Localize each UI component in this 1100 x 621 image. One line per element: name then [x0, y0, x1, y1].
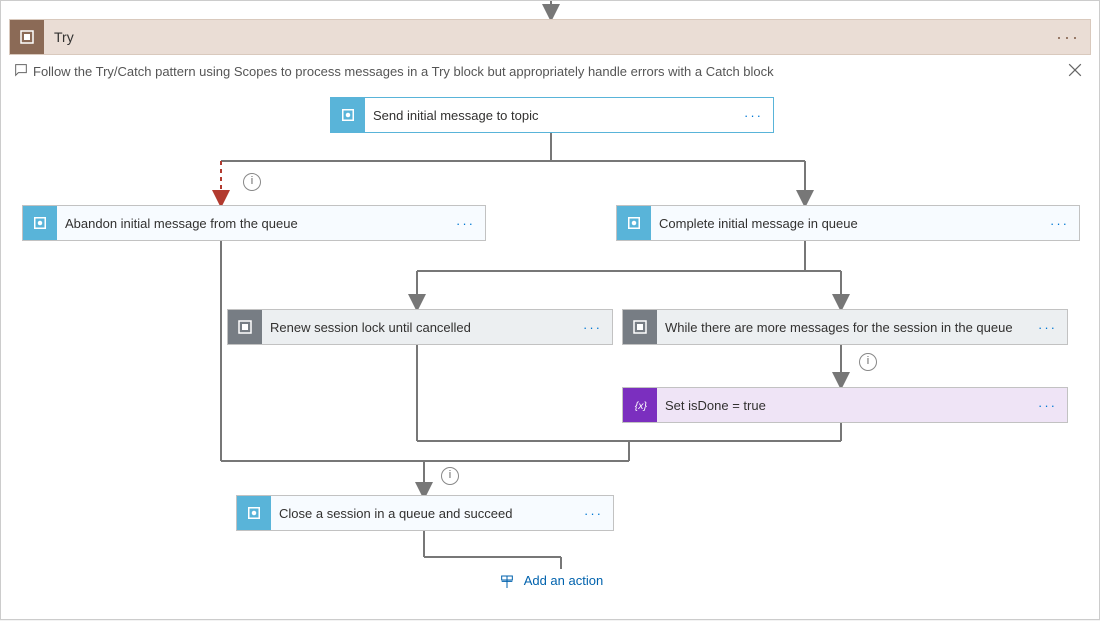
action-abandon[interactable]: Abandon initial message from the queue ·… [22, 205, 486, 241]
info-icon[interactable]: i [441, 467, 459, 485]
more-icon[interactable]: ··· [1038, 320, 1057, 335]
action-title: Complete initial message in queue [659, 216, 858, 231]
action-close-session[interactable]: Close a session in a queue and succeed ·… [236, 495, 614, 531]
scope-comment-text: Follow the Try/Catch pattern using Scope… [33, 64, 1091, 79]
scope-title: Try [54, 29, 74, 45]
action-send-initial[interactable]: Send initial message to topic ··· [330, 97, 774, 133]
action-set-isdone[interactable]: {x} Set isDone = true ··· [622, 387, 1068, 423]
comment-icon [9, 62, 33, 81]
scope-icon [228, 310, 262, 344]
servicebus-icon [331, 98, 365, 132]
svg-text:{x}: {x} [635, 400, 648, 412]
action-title: While there are more messages for the se… [665, 320, 1013, 335]
try-scope-canvas: Try ··· Follow the Try/Catch pattern usi… [0, 0, 1100, 620]
scope-more-icon[interactable]: ··· [1056, 20, 1080, 54]
servicebus-icon [23, 206, 57, 240]
action-title: Set isDone = true [665, 398, 766, 413]
action-title: Abandon initial message from the queue [65, 216, 298, 231]
servicebus-icon [237, 496, 271, 530]
action-while-more[interactable]: While there are more messages for the se… [622, 309, 1068, 345]
more-icon[interactable]: ··· [456, 216, 475, 231]
action-title: Close a session in a queue and succeed [279, 506, 512, 521]
close-icon[interactable] [1065, 60, 1085, 80]
more-icon[interactable]: ··· [583, 320, 602, 335]
variable-icon: {x} [623, 388, 657, 422]
action-complete[interactable]: Complete initial message in queue ··· [616, 205, 1080, 241]
more-icon[interactable]: ··· [744, 108, 763, 123]
more-icon[interactable]: ··· [1038, 398, 1057, 413]
servicebus-icon [617, 206, 651, 240]
info-icon[interactable]: i [243, 173, 261, 191]
scope-comment-row: Follow the Try/Catch pattern using Scope… [9, 54, 1091, 88]
more-icon[interactable]: ··· [1050, 216, 1069, 231]
add-action-label: Add an action [524, 573, 604, 588]
add-action-link[interactable]: Add an action [1, 573, 1100, 590]
info-icon[interactable]: i [859, 353, 877, 371]
action-renew-lock[interactable]: Renew session lock until cancelled ··· [227, 309, 613, 345]
more-icon[interactable]: ··· [584, 506, 603, 521]
action-title: Renew session lock until cancelled [270, 320, 471, 335]
scope-icon [623, 310, 657, 344]
scope-icon [10, 20, 44, 54]
scope-header-try[interactable]: Try ··· [9, 19, 1091, 55]
action-title: Send initial message to topic [373, 108, 538, 123]
